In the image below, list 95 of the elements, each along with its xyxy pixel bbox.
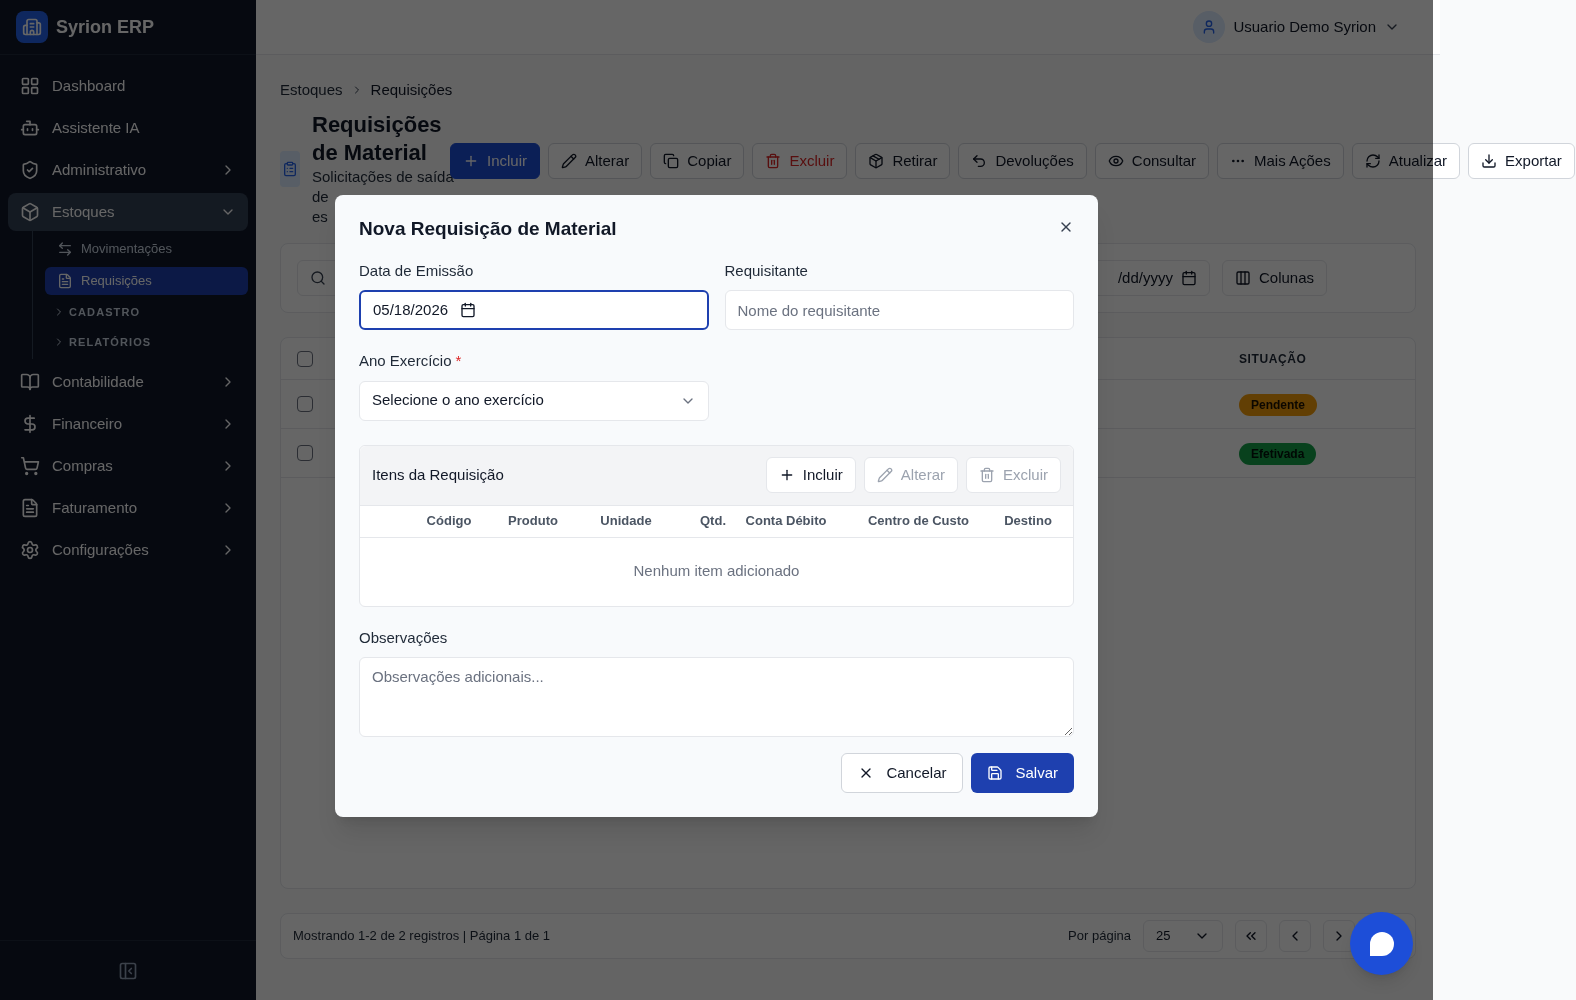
empty-message: Nenhum item adicionado bbox=[633, 561, 800, 582]
item-action-button[interactable]: Incluir bbox=[765, 457, 856, 493]
nav-subitem[interactable]: Movimentações bbox=[45, 235, 248, 263]
chat-icon bbox=[1369, 931, 1394, 956]
plus-icon bbox=[463, 153, 479, 169]
nav-item[interactable]: Assistente IA bbox=[8, 109, 248, 147]
status-badge: Pendente bbox=[1239, 394, 1317, 416]
eye-icon bbox=[1107, 153, 1124, 169]
checkbox[interactable] bbox=[297, 445, 313, 461]
settings-icon bbox=[20, 540, 40, 560]
nav-item[interactable]: Configurações bbox=[8, 531, 248, 569]
toolbar-button[interactable]: Copiar bbox=[650, 143, 745, 179]
grid-icon bbox=[20, 76, 40, 96]
column-header: SITUAÇÃO bbox=[1239, 350, 1308, 368]
book-icon bbox=[20, 372, 40, 392]
document-icon bbox=[57, 273, 73, 289]
cancel-button[interactable]: Cancelar bbox=[841, 753, 964, 793]
toolbar-button[interactable]: Excluir bbox=[752, 143, 848, 179]
calendar-icon bbox=[460, 302, 477, 318]
field-label: Observações bbox=[359, 627, 448, 648]
nav-section[interactable]: RELATÓRIOS bbox=[45, 329, 248, 355]
cart-icon bbox=[20, 456, 40, 476]
trash-icon bbox=[765, 153, 782, 169]
year-select[interactable]: Selecione o ano exercício bbox=[359, 380, 709, 421]
toolbar-button[interactable]: Mais Ações bbox=[1217, 143, 1344, 179]
field-label: Requisitante bbox=[724, 260, 808, 281]
column-header: Unidade bbox=[599, 512, 653, 531]
status-badge: Efetivada bbox=[1239, 443, 1317, 465]
checkbox[interactable] bbox=[297, 396, 313, 412]
page-subtitle: de bbox=[312, 187, 329, 207]
pencil-icon bbox=[561, 153, 577, 169]
copy-icon bbox=[663, 153, 680, 169]
nav-item[interactable]: Administrativo bbox=[8, 151, 248, 189]
document-icon bbox=[20, 498, 40, 518]
nav-item[interactable]: Compras bbox=[8, 447, 248, 485]
nav-subitem[interactable]: Requisições bbox=[45, 267, 248, 295]
requester-field[interactable]: Nome do requisitante bbox=[724, 290, 1074, 330]
nav-section[interactable]: CADASTRO bbox=[45, 299, 248, 325]
shield-icon bbox=[20, 160, 40, 180]
clipboard-icon bbox=[280, 151, 300, 187]
pencil-icon bbox=[876, 467, 893, 483]
refresh-icon bbox=[1364, 153, 1381, 169]
toolbar-button[interactable]: Consultar bbox=[1094, 143, 1209, 179]
column-header: Qtd. bbox=[699, 512, 726, 531]
field-label: Ano Exercício bbox=[359, 351, 452, 371]
column-header: Código bbox=[425, 512, 473, 531]
nav-item[interactable]: Financeiro bbox=[8, 405, 248, 443]
save-icon bbox=[987, 765, 1004, 781]
package-icon bbox=[868, 153, 885, 169]
toolbar-button[interactable]: Exportar bbox=[1468, 143, 1575, 179]
toolbar-button[interactable]: Alterar bbox=[548, 143, 643, 179]
search-icon bbox=[310, 270, 326, 286]
pagination-summary: Mostrando 1-2 de 2 registros | Página 1 de 1 bbox=[293, 927, 552, 946]
checkbox[interactable] bbox=[297, 350, 313, 367]
arrows-icon bbox=[57, 241, 73, 257]
panel-title: Itens da Requisição bbox=[372, 464, 505, 485]
breadcrumb-link[interactable]: Estoques bbox=[280, 78, 343, 102]
columns-button[interactable]: Colunas bbox=[1221, 260, 1327, 296]
column-header: Centro de Custo bbox=[866, 512, 971, 531]
per-page-label: Por página bbox=[1068, 927, 1131, 946]
dialog-title: Nova Requisição de Material bbox=[359, 217, 617, 241]
column-header: Destino bbox=[1003, 512, 1053, 531]
page-title: de Material bbox=[312, 139, 427, 167]
avatar-icon bbox=[1193, 11, 1226, 43]
nav-item[interactable]: Dashboard bbox=[8, 67, 248, 105]
notes-field[interactable]: Observações adicionais... bbox=[359, 657, 1074, 737]
previous-page-button[interactable] bbox=[1279, 920, 1311, 952]
page-subtitle: es bbox=[312, 207, 328, 227]
first-page-button[interactable] bbox=[1235, 920, 1267, 952]
toolbar-button[interactable]: Devoluções bbox=[958, 143, 1087, 179]
robot-icon bbox=[20, 118, 40, 138]
user-name[interactable]: Usuario Demo Syrion bbox=[1233, 15, 1376, 39]
breadcrumb-current: Requisições bbox=[370, 79, 453, 100]
trash-icon bbox=[979, 467, 995, 483]
logo-icon bbox=[16, 11, 48, 43]
app-name: Syrion ERP bbox=[56, 16, 155, 39]
field-label: Data de Emissão bbox=[359, 260, 474, 281]
per-page-select[interactable]: 25 bbox=[1143, 920, 1223, 952]
calendar-icon bbox=[1180, 270, 1197, 286]
nav-item[interactable]: Contabilidade bbox=[8, 363, 248, 401]
chat-button[interactable] bbox=[1350, 912, 1413, 975]
nav-item[interactable]: Estoques bbox=[8, 193, 248, 231]
column-header: Produto bbox=[507, 512, 559, 531]
columns-icon bbox=[1234, 270, 1251, 286]
required-mark: * bbox=[455, 351, 462, 371]
column-header: Conta Débito bbox=[744, 512, 828, 531]
cube-icon bbox=[20, 202, 40, 222]
page-title: Requisições bbox=[312, 111, 442, 139]
save-button[interactable]: Salvar bbox=[971, 753, 1074, 793]
undo-icon bbox=[971, 153, 988, 169]
date-field[interactable]: 05/18/2026 bbox=[359, 290, 709, 330]
nav-item[interactable]: Faturamento bbox=[8, 489, 248, 527]
toolbar-button[interactable]: Retirar bbox=[855, 143, 951, 179]
download-icon bbox=[1481, 153, 1498, 169]
collapse-icon[interactable] bbox=[118, 960, 138, 981]
